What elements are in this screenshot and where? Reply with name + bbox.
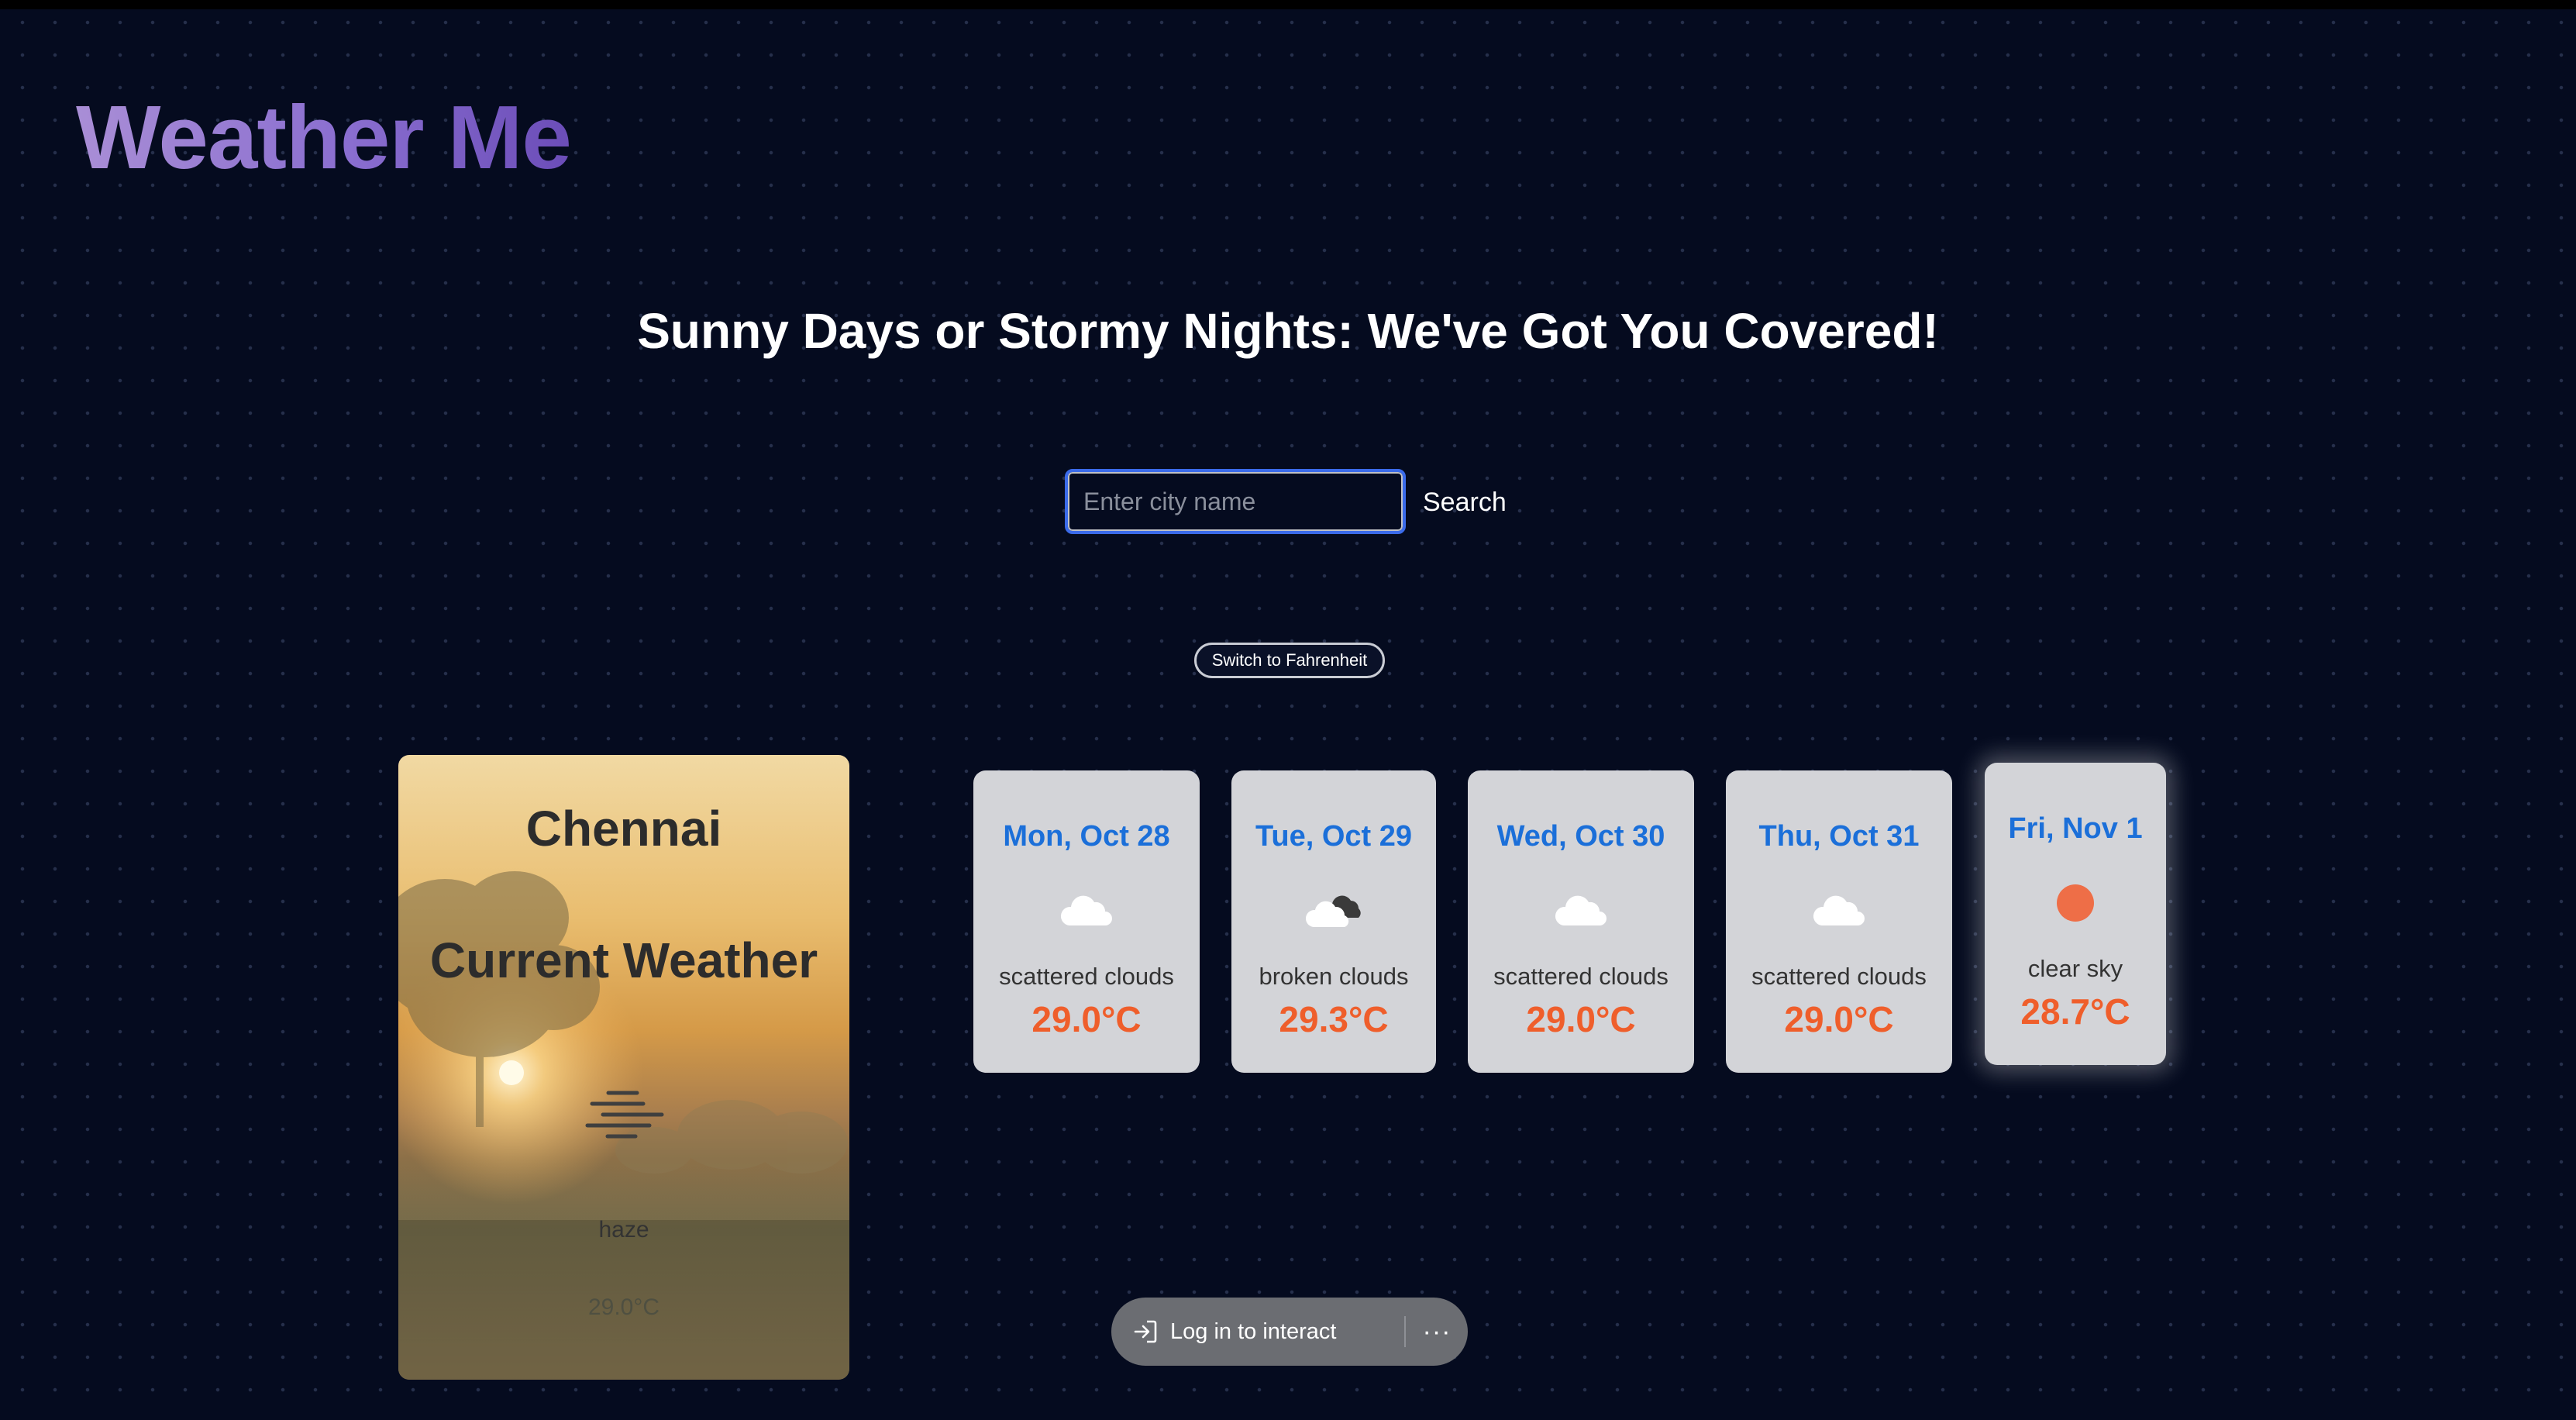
forecast-card: Thu, Oct 31 scattered clouds 29.0°C xyxy=(1726,770,1952,1073)
scattered-clouds-icon xyxy=(1060,895,1112,925)
forecast-condition: scattered clouds xyxy=(999,963,1174,990)
login-bar-divider xyxy=(1404,1316,1406,1347)
search-button[interactable]: Search xyxy=(1412,474,1517,530)
login-bar: Log in to interact ··· xyxy=(1111,1298,1468,1366)
unit-toggle-button[interactable]: Switch to Fahrenheit xyxy=(1194,643,1385,678)
forecast-date: Mon, Oct 28 xyxy=(1003,820,1170,853)
forecast-date: Thu, Oct 31 xyxy=(1758,820,1920,853)
city-search-input[interactable] xyxy=(1065,469,1406,534)
forecast-card-highlighted: Fri, Nov 1 clear sky 28.7°C xyxy=(1985,763,2166,1065)
forecast-condition: scattered clouds xyxy=(1751,963,1927,990)
forecast-temperature: 29.0°C xyxy=(1526,999,1636,1039)
forecast-temperature: 29.3°C xyxy=(1279,999,1389,1039)
forecast-temperature: 28.7°C xyxy=(2020,991,2130,1032)
forecast-date: Tue, Oct 29 xyxy=(1255,820,1413,853)
current-weather-heading: Current Weather xyxy=(429,932,818,988)
login-icon xyxy=(1134,1320,1157,1343)
top-bar xyxy=(0,0,2576,9)
current-weather-card: Chennai Current Weather haze 29.0°C xyxy=(398,755,849,1380)
forecast-condition: clear sky xyxy=(2027,955,2123,982)
forecast-date: Fri, Nov 1 xyxy=(2008,812,2143,845)
broken-clouds-icon xyxy=(1306,895,1361,927)
clear-sky-icon xyxy=(2057,884,2094,922)
login-label: Log in to interact xyxy=(1170,1318,1337,1344)
app-logo[interactable]: Weather Me xyxy=(76,87,572,188)
forecast-condition: broken clouds xyxy=(1259,963,1409,990)
current-city-name: Chennai xyxy=(525,801,722,856)
login-button[interactable]: Log in to interact xyxy=(1131,1298,1418,1366)
forecast-condition: scattered clouds xyxy=(1493,963,1669,990)
scattered-clouds-icon xyxy=(1813,895,1865,925)
forecast-temperature: 29.0°C xyxy=(1784,999,1894,1039)
forecast-card: Mon, Oct 28 scattered clouds 29.0°C xyxy=(973,770,1200,1073)
current-temperature: 29.0°C xyxy=(587,1294,660,1320)
haze-icon xyxy=(585,1091,664,1139)
forecast-date: Wed, Oct 30 xyxy=(1496,820,1665,853)
forecast-card: Tue, Oct 29 broken clouds 29.3°C xyxy=(1231,770,1436,1073)
page-tagline: Sunny Days or Stormy Nights: We've Got Y… xyxy=(637,303,1939,359)
forecast-temperature: 29.0°C xyxy=(1031,999,1142,1039)
scattered-clouds-icon xyxy=(1555,895,1607,925)
current-condition: haze xyxy=(598,1217,649,1242)
more-options-icon[interactable]: ··· xyxy=(1415,1298,1458,1366)
forecast-card: Wed, Oct 30 scattered clouds 29.0°C xyxy=(1468,770,1694,1073)
